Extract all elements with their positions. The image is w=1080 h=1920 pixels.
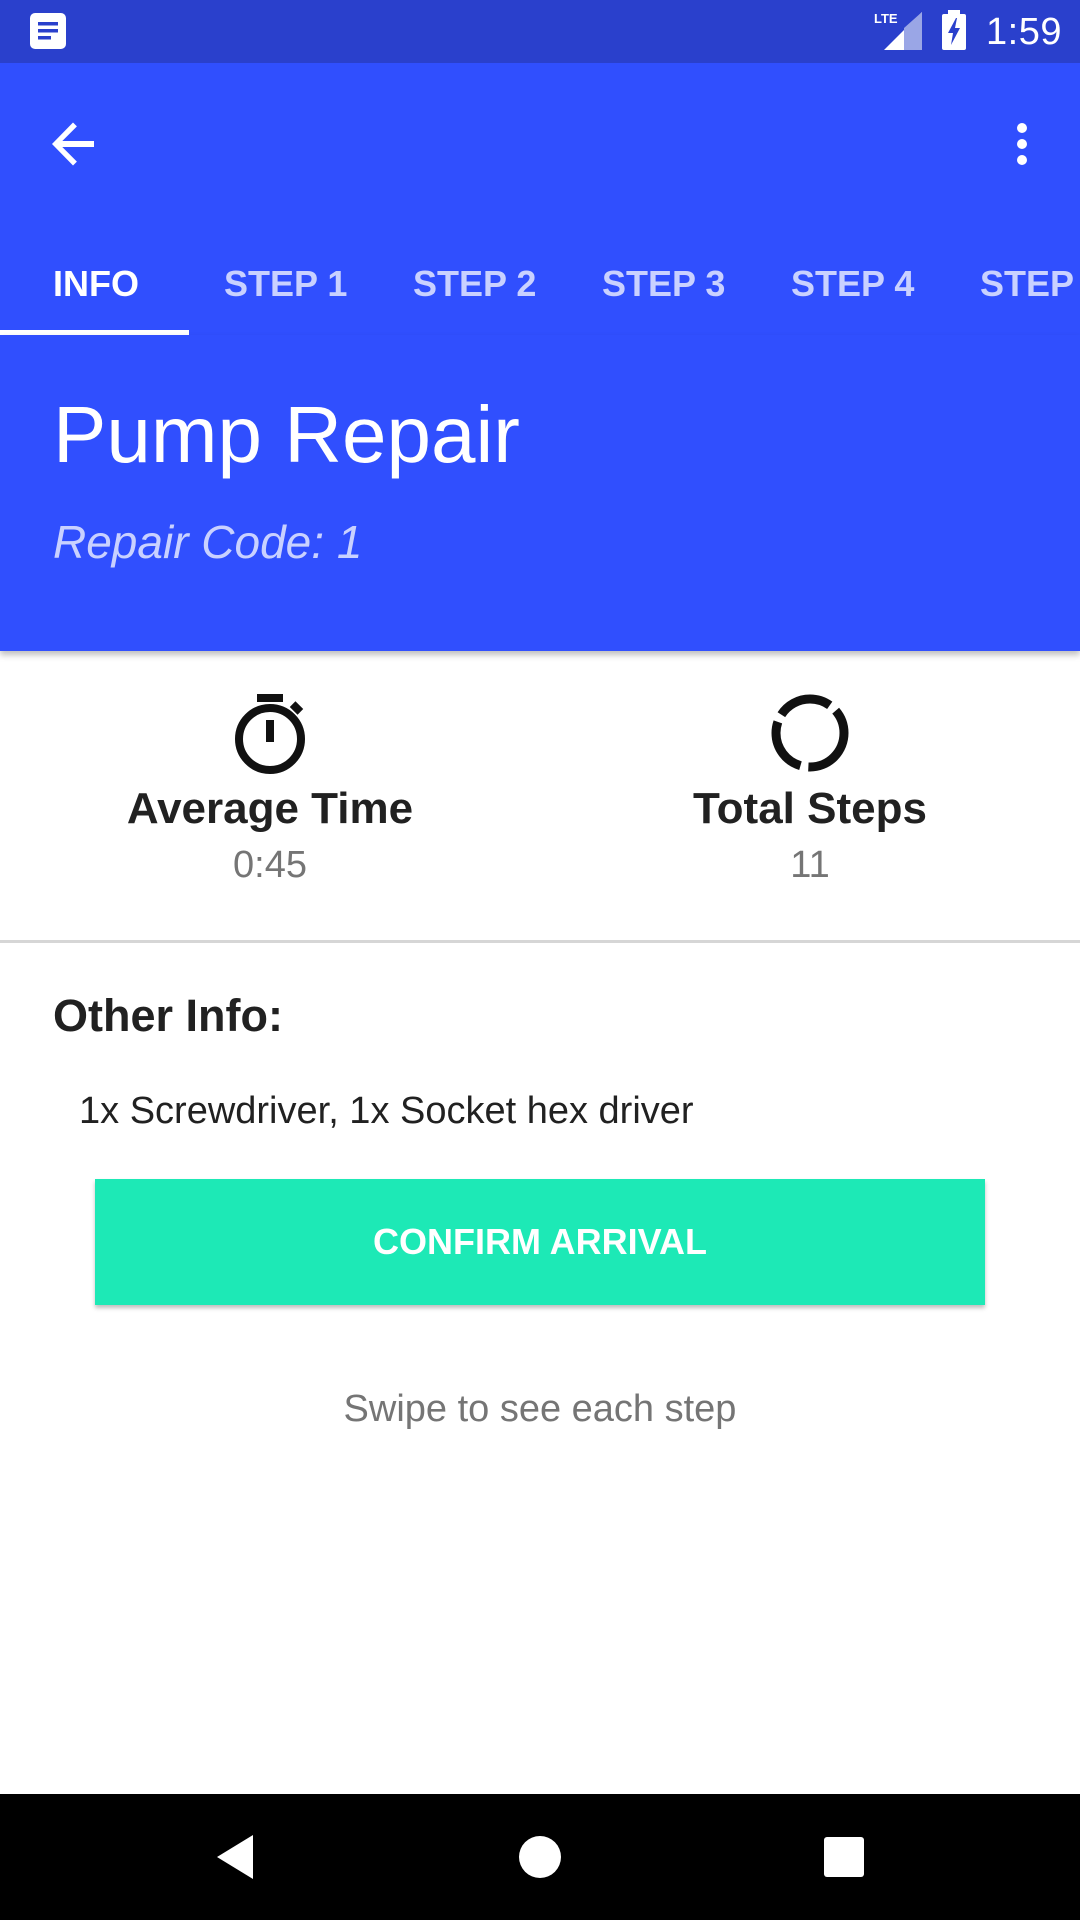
tab-info[interactable]: INFO (53, 234, 139, 334)
other-info-heading: Other Info: (53, 990, 283, 1041)
stat-average-time: Average Time 0:45 (0, 690, 540, 900)
stat-value: 11 (790, 844, 830, 886)
nav-back-icon[interactable] (199, 1821, 271, 1893)
repair-code: Repair Code: 1 (53, 516, 363, 568)
swipe-hint: Swipe to see each step (343, 1388, 737, 1430)
tab-step-2[interactable]: STEP 2 (413, 234, 536, 334)
tab-step-3[interactable]: STEP 3 (602, 234, 725, 334)
document-notification-icon (30, 13, 66, 49)
other-info-text: 1x Screwdriver, 1x Socket hex driver (79, 1090, 694, 1132)
progress-ring-icon (771, 694, 849, 772)
stopwatch-icon (235, 694, 305, 774)
status-bar: LTE 1:59 (0, 0, 1080, 63)
tab-step-4[interactable]: STEP 4 (791, 234, 914, 334)
repair-header: Pump Repair Repair Code: 1 (0, 335, 1080, 651)
status-time: 1:59 (986, 11, 1062, 53)
page-title: Pump Repair (53, 390, 520, 479)
lte-label: LTE (874, 11, 898, 26)
more-vert-icon[interactable] (986, 108, 1058, 180)
divider (0, 940, 1080, 943)
stat-total-steps: Total Steps 11 (540, 690, 1080, 900)
nav-home-icon[interactable] (504, 1821, 576, 1893)
stat-label: Average Time (126, 784, 414, 833)
stat-label: Total Steps (693, 784, 927, 833)
stat-value: 0:45 (233, 844, 307, 886)
battery-charging-icon (942, 10, 966, 50)
app-bar: INFO STEP 1 STEP 2 STEP 3 STEP 4 STEP 5 (0, 63, 1080, 335)
lte-signal-icon: LTE (874, 10, 922, 50)
nav-recents-icon[interactable] (808, 1821, 880, 1893)
step-tabs: INFO STEP 1 STEP 2 STEP 3 STEP 4 STEP 5 (0, 234, 1080, 334)
tab-step-1[interactable]: STEP 1 (224, 234, 347, 334)
tab-step-5[interactable]: STEP 5 (980, 234, 1080, 334)
arrow-back-icon[interactable] (38, 108, 110, 180)
confirm-arrival-button[interactable]: CONFIRM ARRIVAL (95, 1179, 985, 1305)
navigation-bar (0, 1794, 1080, 1920)
